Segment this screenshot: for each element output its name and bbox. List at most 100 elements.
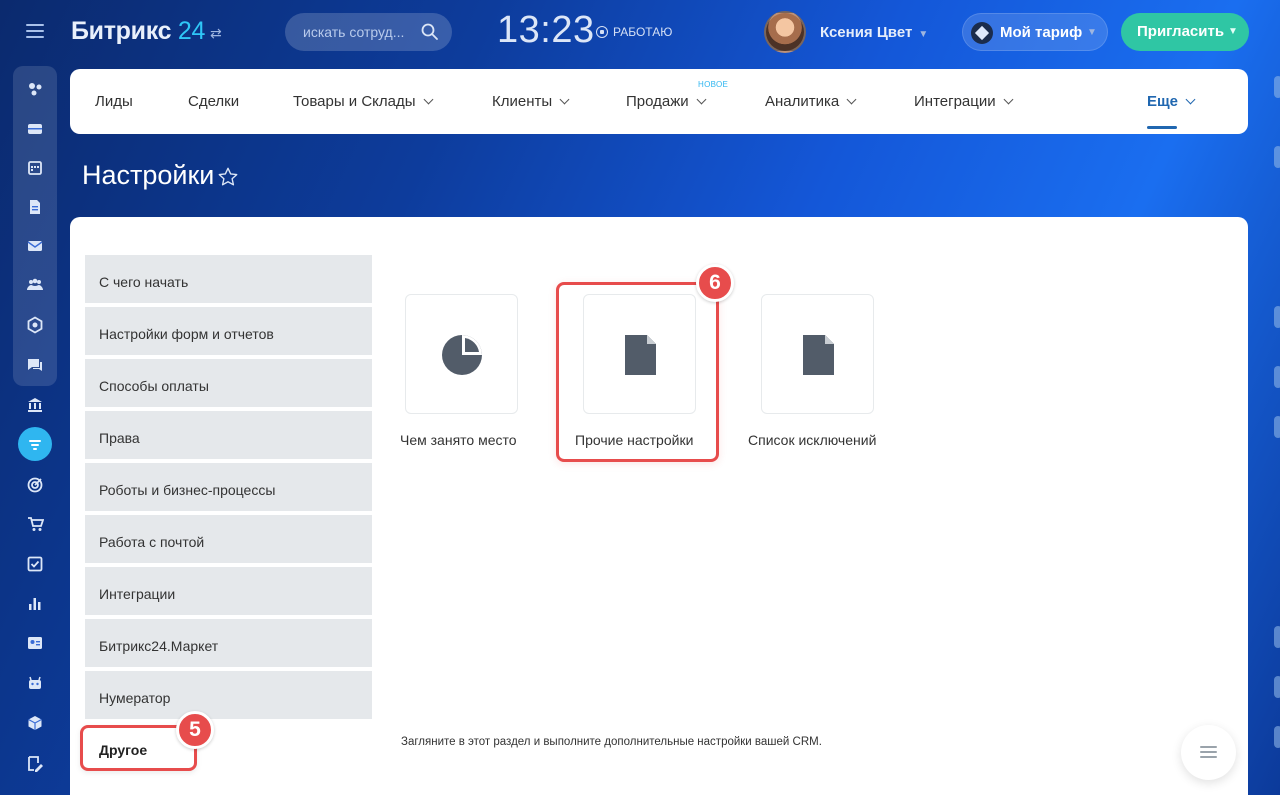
box-icon[interactable] [13, 710, 57, 736]
user-name: Ксения Цвет [820, 24, 913, 41]
tile-storage-usage[interactable] [405, 294, 518, 414]
menu-item-label: Права [99, 430, 140, 446]
menu-item-label: Настройки форм и отчетов [99, 326, 274, 342]
analytics-icon[interactable] [13, 590, 57, 616]
chevron-down-icon [423, 94, 433, 105]
nav-label: Интеграции [914, 93, 996, 110]
tariff-label: Мой тариф [1000, 24, 1083, 41]
settings-panel: С чего начать Настройки форм и отчетов С… [70, 217, 1248, 795]
nav-label: Сделки [188, 93, 240, 110]
highlight-frame [556, 282, 719, 462]
menu-item-robots[interactable]: Роботы и бизнес-процессы [85, 463, 372, 511]
bank-icon[interactable] [13, 392, 57, 418]
tile-label[interactable]: Список исключений [748, 432, 876, 448]
nav-item-sales[interactable]: Продажи [626, 93, 707, 110]
chevron-down-icon [696, 94, 707, 105]
work-status[interactable]: РАБОТАЮ [596, 25, 672, 39]
tasks-icon[interactable] [13, 551, 57, 577]
menu-item-label: Интеграции [99, 586, 176, 602]
menu-item-label: Нумератор [99, 690, 171, 706]
list-menu-button[interactable] [1181, 725, 1236, 780]
search-icon[interactable] [420, 22, 440, 42]
menu-item-label: Битрикс24.Маркет [99, 638, 219, 654]
nav-item-more[interactable]: Еще [1147, 93, 1196, 110]
stop-icon [596, 26, 608, 38]
new-badge: НОВОЕ [698, 80, 729, 89]
nav-item-leads[interactable]: Лиды [95, 93, 133, 110]
menu-item-label: Работа с почтой [99, 534, 205, 550]
document-icon [803, 335, 834, 375]
nav-item-integrations[interactable]: Интеграции [914, 93, 1014, 110]
nav-item-analytics[interactable]: Аналитика [765, 93, 857, 110]
avatar[interactable] [764, 11, 806, 53]
menu-item-label: Другое [99, 742, 148, 758]
swap-icon[interactable]: ⇄ [210, 25, 222, 42]
menu-item-forms-reports[interactable]: Настройки форм и отчетов [85, 307, 372, 355]
user-menu[interactable]: Ксения Цвет ▼ [820, 24, 928, 41]
hint-text: Загляните в этот раздел и выполните допо… [401, 736, 822, 748]
search-box[interactable] [285, 13, 452, 51]
cart-icon[interactable] [13, 511, 57, 537]
nav-label: Клиенты [492, 93, 553, 110]
chevron-down-icon: ▼ [918, 29, 929, 40]
right-edge-panel [1272, 66, 1280, 795]
chat-icon[interactable] [13, 352, 57, 378]
chevron-down-icon [846, 94, 857, 105]
tile-exclusion-list[interactable] [761, 294, 874, 414]
menu-item-permissions[interactable]: Права [85, 411, 372, 459]
nav-label: Аналитика [765, 93, 840, 110]
crm-filter-icon[interactable] [13, 427, 57, 461]
nav-label: Продажи [626, 93, 689, 110]
menu-item-numerator[interactable]: Нумератор [85, 671, 372, 719]
contact-card-icon[interactable] [13, 630, 57, 656]
step-badge-6: 6 [696, 264, 734, 302]
calendar-icon[interactable] [13, 155, 57, 181]
invite-label: Пригласить [1137, 23, 1225, 40]
brand-name: Битрикс [71, 17, 172, 45]
work-status-label: РАБОТАЮ [613, 25, 673, 39]
top-bar: Битрикс 24 ⇄ 13:23 РАБОТАЮ Ксения Цвет▼ … [0, 0, 1280, 64]
chevron-down-icon: ▼ [1228, 26, 1238, 37]
robot-icon[interactable] [13, 670, 57, 696]
nav-item-clients[interactable]: Клиенты [492, 93, 570, 110]
list-icon-line [1200, 756, 1217, 758]
menu-item-getting-started[interactable]: С чего начать [85, 255, 372, 303]
target-icon[interactable] [13, 472, 57, 498]
bitrix-logo-icon[interactable] [13, 76, 57, 102]
tile-label[interactable]: Чем занято место [400, 432, 517, 448]
step-badge-5: 5 [176, 711, 214, 749]
mail-icon[interactable] [13, 233, 57, 259]
menu-item-label: Роботы и бизнес-процессы [99, 482, 276, 498]
nav-item-deals[interactable]: Сделки [188, 93, 239, 110]
diamond-icon [971, 22, 993, 44]
list-icon-line [1200, 751, 1217, 753]
menu-item-market[interactable]: Битрикс24.Маркет [85, 619, 372, 667]
nav-item-products[interactable]: Товары и Склады [293, 93, 433, 110]
hexagon-icon[interactable] [13, 312, 57, 338]
chevron-down-icon [1003, 94, 1014, 105]
brand-logo[interactable]: Битрикс 24 [71, 17, 205, 46]
chevron-down-icon [1185, 94, 1196, 105]
clock[interactable]: 13:23 [497, 9, 595, 52]
left-rail-panel [13, 66, 57, 386]
chevron-down-icon [559, 94, 570, 105]
active-tab-indicator [1147, 126, 1177, 129]
edit-list-icon[interactable] [13, 751, 57, 777]
documents-icon[interactable] [13, 194, 57, 220]
page-title: Настройки [82, 160, 215, 190]
nav-label: Еще [1147, 93, 1179, 110]
menu-item-mail[interactable]: Работа с почтой [85, 515, 372, 563]
nav-label: Лиды [95, 93, 133, 110]
employees-icon[interactable] [13, 272, 57, 298]
star-icon[interactable] [217, 166, 239, 188]
menu-item-integrations[interactable]: Интеграции [85, 567, 372, 615]
invite-button[interactable]: Пригласить ▼ [1121, 13, 1249, 51]
feed-icon[interactable] [13, 116, 57, 142]
pie-chart-icon [442, 335, 482, 375]
search-input[interactable] [303, 22, 415, 42]
menu-item-payment-methods[interactable]: Способы оплаты [85, 359, 372, 407]
crm-top-nav: Лиды Сделки Товары и Склады Клиенты НОВО… [70, 69, 1248, 134]
nav-label: Товары и Склады [293, 93, 416, 110]
menu-icon[interactable] [26, 24, 44, 38]
tariff-button[interactable]: Мой тариф ▼ [962, 13, 1108, 51]
